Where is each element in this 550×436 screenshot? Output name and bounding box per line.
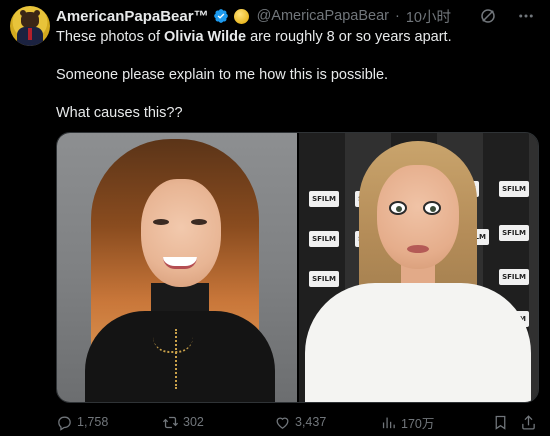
photo-right-face [377,165,459,269]
views-icon [382,417,395,428]
tweet-line-2: Someone please explain to me how this is… [56,67,389,83]
handle[interactable]: @AmericaPapaBear [257,8,389,24]
repost-count: 302 [183,415,204,429]
like-icon [276,417,289,429]
timestamp[interactable]: 10小时 [406,6,451,27]
sfilm-sign: SFILM [499,269,529,285]
sfilm-sign: SFILM [499,181,529,197]
avatar-bear-head [21,12,39,28]
display-name[interactable]: AmericanPapaBear™ [56,8,209,25]
views-count: 170万 [401,416,435,431]
tweet-line-1: These photos of Olivia Wilde are roughly… [56,28,536,47]
share-button[interactable] [520,414,537,431]
repost-icon [162,416,179,428]
sfilm-sign: SFILM [499,225,529,241]
share-icon [522,414,535,430]
tweet-line-1-bold: Olivia Wilde [164,29,247,45]
sfilm-sign: SFILM [309,231,339,247]
photo-right-mouth [407,245,429,253]
photo-right-eye [389,201,407,215]
verified-badge-icon [213,9,228,23]
avatar[interactable] [10,6,50,46]
dot-separator: · [394,8,400,24]
bookmark-button[interactable] [492,414,509,431]
like-button[interactable]: 3,437 [274,414,326,431]
tweet-text: These photos of Olivia Wilde are roughly… [56,28,536,123]
grok-icon[interactable] [478,6,498,26]
photo-left-face [141,179,221,287]
sfilm-sign: SFILM [309,191,339,207]
reply-count: 1,758 [77,415,109,429]
repost-button[interactable]: 302 [162,414,204,431]
tweet-header: AmericanPapaBear™ @AmericaPapaBear · 10小… [56,6,451,26]
avatar-tie [28,28,32,40]
photo-left-eye [153,219,169,225]
bookmark-icon [495,415,506,430]
gold-affiliate-badge-icon [233,8,249,24]
reply-icon [58,416,71,431]
tweet-line-1-suffix: are roughly 8 or so years apart. [246,29,452,45]
tweet-media[interactable]: SFILM SFILM SFILM SFILM SFILM SFILM SFIL… [56,132,539,403]
photo-right-white-shirt [305,283,531,402]
reply-button[interactable]: 1,758 [56,414,108,431]
tweet-actions: 1,758 302 3,437 170万 [56,412,536,432]
photo-right-eye [423,201,441,215]
tweet-top-actions [478,6,536,26]
views-button[interactable]: 170万 [380,413,434,432]
more-icon[interactable] [516,6,536,26]
tweet-line-3: What causes this?? [56,105,183,121]
photo-left-necklace-pendant [175,329,185,389]
like-count: 3,437 [295,415,327,429]
tweet-line-1-prefix: These photos of [56,29,165,45]
photo-right[interactable]: SFILM SFILM SFILM SFILM SFILM SFILM SFIL… [299,133,538,402]
photo-left[interactable] [57,133,297,402]
sfilm-sign: SFILM [309,271,339,287]
photo-left-eye [191,219,207,225]
